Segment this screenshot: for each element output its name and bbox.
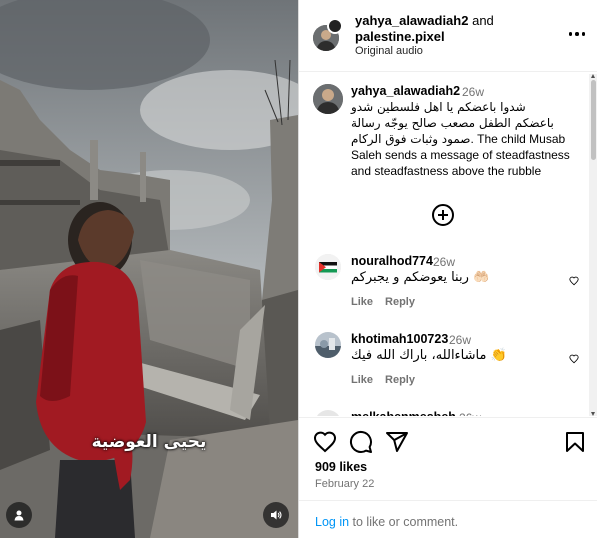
- audio-icon: [271, 510, 282, 520]
- user-tags-button[interactable]: [6, 502, 32, 528]
- caption-author-avatar[interactable]: [313, 84, 343, 114]
- comment-username[interactable]: khotimah100723: [351, 332, 448, 346]
- scrollbar-thumb[interactable]: [591, 80, 596, 160]
- share-icon[interactable]: [385, 430, 409, 454]
- comment-like-button[interactable]: Like: [351, 296, 373, 308]
- palestine-flag-avatar: [315, 254, 341, 280]
- post-date[interactable]: February 22: [315, 478, 374, 490]
- login-prompt: Log in to like or comment.: [299, 500, 597, 538]
- post-header: yahya_alawadiah2 and palestine.pixel Ori…: [299, 0, 597, 72]
- login-prompt-rest: to like or comment.: [349, 515, 459, 529]
- comment-heart-icon[interactable]: [569, 276, 579, 286]
- and-label: and: [472, 13, 494, 28]
- comments-list[interactable]: yahya_alawadiah2 26w شدوا باعضكم يا اهل …: [299, 73, 591, 416]
- comment-text: ماشاءالله، باراك الله فيك 👏: [351, 348, 507, 363]
- likes-count[interactable]: 909 likes: [315, 460, 367, 474]
- comments-scrollbar[interactable]: [589, 74, 597, 416]
- comment-timestamp[interactable]: 26w: [459, 411, 481, 416]
- caption-username[interactable]: yahya_alawadiah2: [351, 84, 460, 98]
- comment-actions: Like Reply: [351, 296, 427, 308]
- heart-icon[interactable]: [313, 430, 337, 454]
- login-prompt-text: Log in to like or comment.: [315, 515, 458, 529]
- original-audio-link[interactable]: Original audio: [355, 45, 423, 57]
- login-link[interactable]: Log in: [315, 515, 349, 529]
- commenter-avatar[interactable]: [315, 254, 341, 280]
- collaborator-username[interactable]: palestine.pixel: [355, 29, 445, 44]
- post-authors: yahya_alawadiah2 and palestine.pixel: [355, 13, 555, 45]
- post-video[interactable]: يحيى العوضية: [0, 0, 298, 538]
- comment-username[interactable]: melkabenmesbeh: [351, 410, 456, 416]
- comment-item: khotimah100723 26w ماشاءالله، باراك الله…: [299, 328, 591, 404]
- collaborator-avatar[interactable]: [327, 18, 343, 34]
- comment-actions: Like Reply: [351, 374, 427, 386]
- comment-item: nouralhod774 26w ربنا يعوضكم و يجبركم 🤲🏻…: [299, 250, 591, 326]
- video-caption: يحيى العوضية: [91, 432, 207, 452]
- post-details-panel: yahya_alawadiah2 and palestine.pixel Ori…: [298, 0, 597, 538]
- caption-english-text: Saleh sends a message of steadfastness a…: [351, 148, 570, 178]
- caption-timestamp[interactable]: 26w: [462, 85, 484, 99]
- commenter-avatar[interactable]: [315, 332, 341, 358]
- caption-avatar-image: [313, 84, 343, 114]
- caption-english-start: . The child Musab: [470, 132, 566, 146]
- comment-reply-button[interactable]: Reply: [385, 374, 415, 386]
- commenter-avatar[interactable]: [315, 410, 341, 416]
- more-options-icon[interactable]: [565, 24, 589, 44]
- audio-toggle-button[interactable]: [263, 502, 289, 528]
- comment-item: melkabenmesbeh 26w: [299, 406, 591, 416]
- comment-username[interactable]: nouralhod774: [351, 254, 433, 268]
- load-more-comments-icon[interactable]: [432, 204, 454, 226]
- comment-like-button[interactable]: Like: [351, 374, 373, 386]
- comment-heart-icon[interactable]: [569, 354, 579, 364]
- commenter-avatar-image: [315, 332, 341, 358]
- bottom-spacer: [0, 538, 597, 544]
- comment-timestamp[interactable]: 26w: [449, 333, 471, 347]
- comment-reply-button[interactable]: Reply: [385, 296, 415, 308]
- author-username[interactable]: yahya_alawadiah2: [355, 13, 468, 28]
- caption-arabic-line-1: شدوا باعضكم يا اهل فلسطين شدو: [351, 100, 526, 114]
- post-dialog: يحيى العوضية yahya_alawadiah2 and palest…: [0, 0, 597, 544]
- comment-icon[interactable]: [349, 430, 373, 454]
- comment-timestamp[interactable]: 26w: [433, 255, 455, 269]
- post-actions-bar: [299, 417, 597, 463]
- video-frame: [0, 0, 298, 538]
- caption-arabic-line-3: صمود وثبات فوق الركام: [351, 132, 471, 146]
- comment-text: ربنا يعوضكم و يجبركم 🤲🏻: [351, 270, 490, 285]
- scroll-up-arrow[interactable]: [591, 74, 595, 78]
- user-tags-icon: [14, 510, 24, 521]
- caption-text: شدوا باعضكم يا اهل فلسطين شدو باعضكم الط…: [351, 99, 581, 179]
- caption-arabic-line-2: باعضكم الطفل مصعب صالح يوجّه رسالة: [351, 116, 554, 130]
- scroll-down-arrow[interactable]: [591, 412, 595, 416]
- bookmark-icon[interactable]: [563, 430, 587, 454]
